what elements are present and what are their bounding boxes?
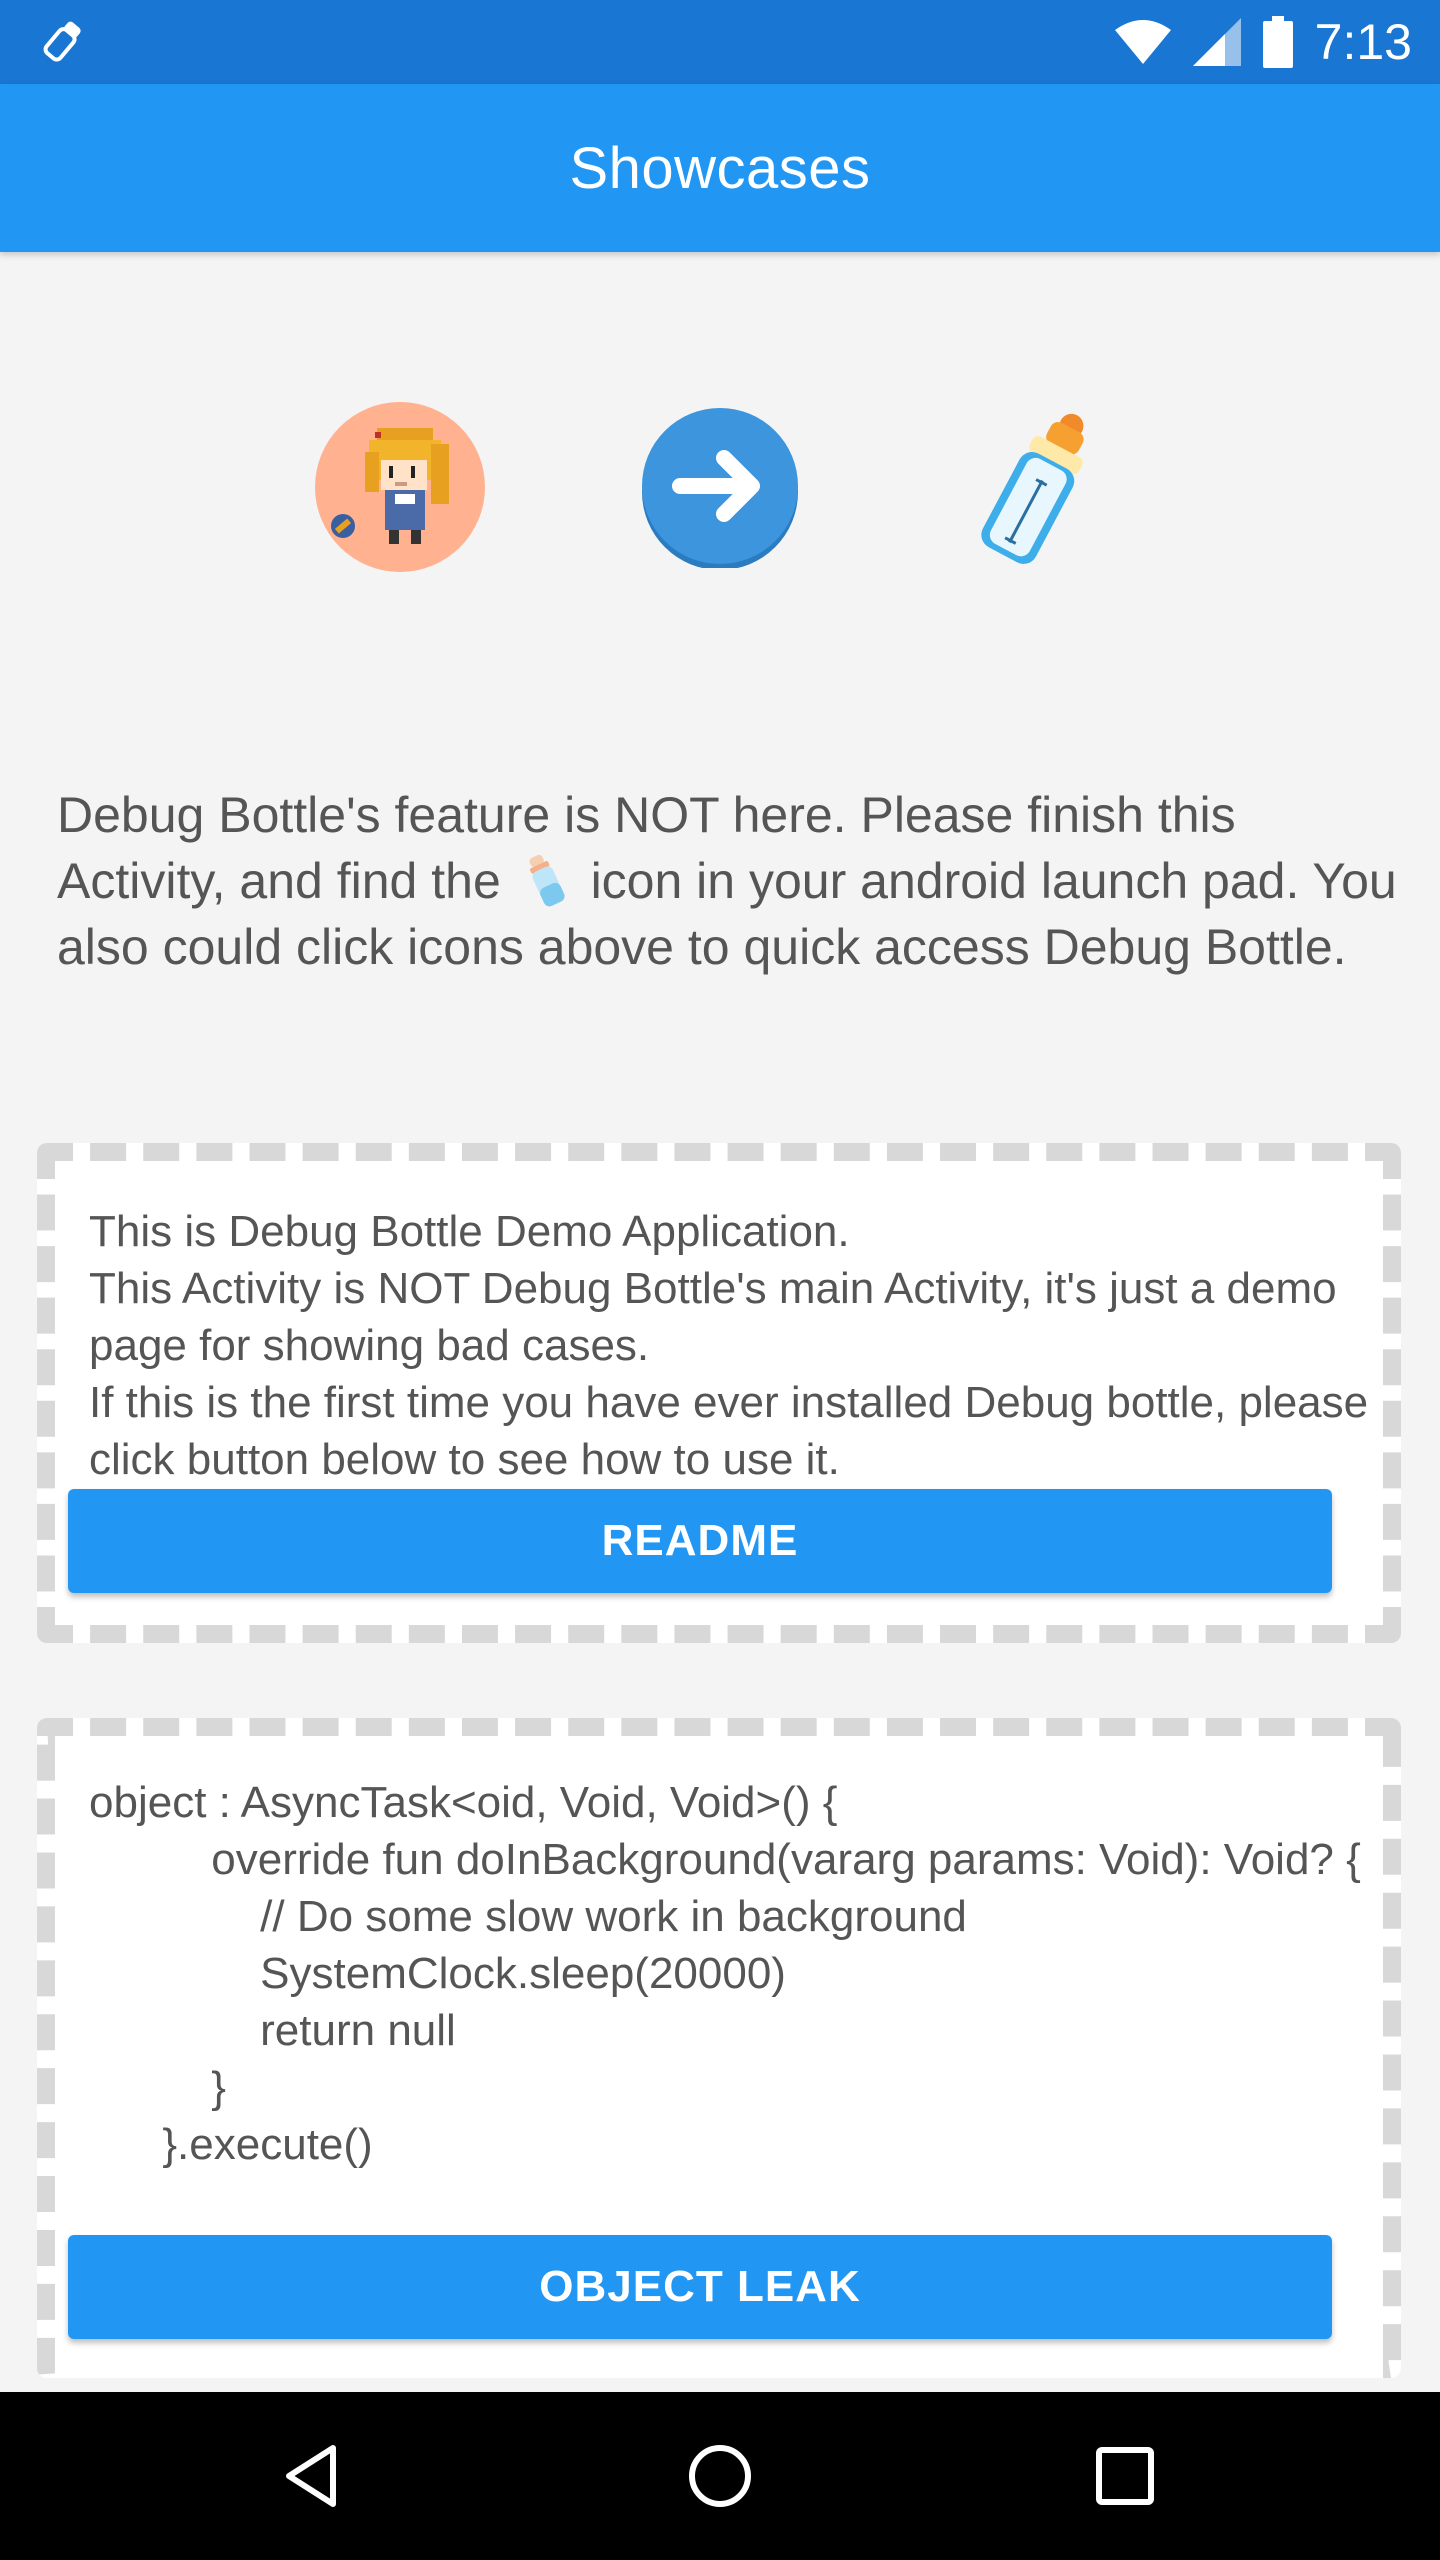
wifi-icon [1114, 20, 1171, 64]
battery-icon [1262, 16, 1293, 68]
baby-bottle-inline-icon [529, 854, 565, 907]
status-bar: 7:13 [0, 0, 1440, 84]
arrow-right-icon[interactable] [640, 408, 800, 570]
readme-button[interactable]: README [68, 1489, 1332, 1593]
recent-apps-icon[interactable] [1085, 2436, 1165, 2516]
showcase-icons-row [0, 398, 1440, 574]
page-title: Showcases [569, 135, 871, 201]
bottle-notification-icon [43, 21, 81, 62]
status-time: 7:13 [1314, 14, 1412, 70]
baby-bottle-icon[interactable] [960, 398, 1110, 574]
app-bar: Showcases [0, 84, 1440, 252]
home-icon[interactable] [680, 2436, 760, 2516]
description-text: Debug Bottle's feature is NOT here. Plea… [57, 782, 1397, 980]
object-leak-code: object : AsyncTask<oid, Void, Void>() { … [89, 1778, 1361, 2169]
back-icon[interactable] [275, 2436, 355, 2516]
pixel-avatar-icon[interactable] [315, 402, 485, 572]
object-leak-button[interactable]: OBJECT LEAK [68, 2235, 1332, 2339]
navigation-bar [0, 2392, 1440, 2560]
readme-card-text: This is Debug Bottle Demo Application. T… [89, 1207, 1369, 1484]
signal-icon [1192, 18, 1241, 66]
